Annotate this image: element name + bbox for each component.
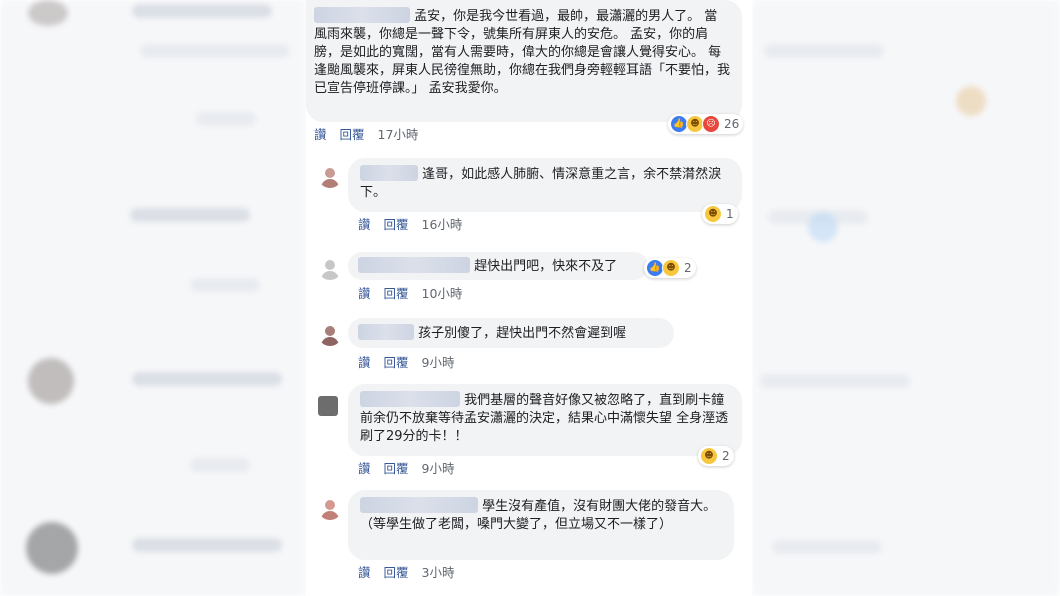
like-link[interactable]: 讚 xyxy=(358,565,371,580)
blurred-avatar xyxy=(28,0,68,26)
avatar[interactable] xyxy=(318,496,342,520)
like-link[interactable]: 讚 xyxy=(358,286,371,301)
reply-link[interactable]: 回覆 xyxy=(384,286,409,301)
comment-bubble: 學生沒有產值，沒有財團大佬的發音大。（等學生做了老闆，嗓門大變了，但立場又不一樣… xyxy=(348,490,734,560)
avatar[interactable] xyxy=(318,396,338,416)
like-link[interactable]: 讚 xyxy=(358,461,371,476)
blurred-background-right xyxy=(752,0,1060,596)
blurred-avatar xyxy=(956,86,986,116)
comment-actions: 讚 回覆 3小時 xyxy=(358,562,454,581)
commenter-name-redacted[interactable] xyxy=(314,7,410,23)
blurred-text xyxy=(772,540,882,554)
timestamp[interactable]: 3小時 xyxy=(422,565,455,580)
comment-bubble: 逢哥，如此感人肺腑、情深意重之言，余不禁潸然淚下。 xyxy=(348,158,742,212)
reply-link[interactable]: 回覆 xyxy=(340,127,365,142)
commenter-name-redacted[interactable] xyxy=(358,324,414,340)
commenter-name-redacted[interactable] xyxy=(360,497,478,513)
reaction-count: 2 xyxy=(722,449,730,463)
blurred-text xyxy=(764,44,884,58)
timestamp[interactable]: 9小時 xyxy=(422,355,455,370)
blurred-text xyxy=(132,538,282,552)
reaction-summary[interactable]: 👍 ☻ ☹ 26 xyxy=(668,114,744,134)
comment-actions: 讚 回覆 9小時 xyxy=(358,458,454,477)
blurred-text xyxy=(140,44,290,58)
like-link[interactable]: 讚 xyxy=(314,127,327,142)
comment-actions: 讚 回覆 10小時 xyxy=(358,283,462,302)
haha-icon: ☻ xyxy=(700,447,718,465)
comment-text: 趕快出門吧，快來不及了 xyxy=(474,259,618,274)
avatar[interactable] xyxy=(318,322,342,346)
reaction-count: 2 xyxy=(684,261,692,275)
reaction-summary[interactable]: ☻ 2 xyxy=(698,446,734,466)
timestamp[interactable]: 17小時 xyxy=(378,127,419,142)
comment-text: 孩子別傻了，趕快出門不然會遲到喔 xyxy=(418,326,627,341)
haha-icon: ☻ xyxy=(662,259,680,277)
timestamp[interactable]: 9小時 xyxy=(422,461,455,476)
blurred-text xyxy=(190,278,260,292)
comment-bubble: 孩子別傻了，趕快出門不然會遲到喔 xyxy=(348,318,674,348)
reaction-count: 26 xyxy=(724,117,740,131)
blurred-avatar xyxy=(28,358,74,404)
avatar[interactable] xyxy=(318,256,342,280)
comment-bubble: 孟安，你是我今世看過，最帥，最瀟灑的男人了。 當風雨來襲，你總是一聲下令，號集所… xyxy=(306,0,742,122)
reply-link[interactable]: 回覆 xyxy=(384,565,409,580)
like-link[interactable]: 讚 xyxy=(358,217,371,232)
blurred-text xyxy=(130,208,250,222)
commenter-name-redacted[interactable] xyxy=(360,391,460,407)
blurred-avatar xyxy=(26,522,78,574)
comment-actions: 讚 回覆 9小時 xyxy=(358,352,454,371)
comment-feed: 孟安，你是我今世看過，最帥，最瀟灑的男人了。 當風雨來襲，你總是一聲下令，號集所… xyxy=(306,0,752,596)
blurred-text xyxy=(196,112,256,126)
reply-link[interactable]: 回覆 xyxy=(384,217,409,232)
comment-actions: 讚 回覆 16小時 xyxy=(358,214,462,233)
like-link[interactable]: 讚 xyxy=(358,355,371,370)
haha-icon: ☻ xyxy=(704,205,722,223)
timestamp[interactable]: 10小時 xyxy=(422,286,463,301)
reply-link[interactable]: 回覆 xyxy=(384,461,409,476)
blurred-background-left xyxy=(0,0,306,596)
avatar[interactable] xyxy=(318,164,342,188)
blurred-text xyxy=(132,4,272,18)
blurred-text xyxy=(190,458,250,472)
reaction-summary[interactable]: 👍 ☻ 2 xyxy=(644,258,696,278)
reaction-count: 1 xyxy=(726,207,734,221)
angry-icon: ☹ xyxy=(702,115,720,133)
reply-link[interactable]: 回覆 xyxy=(384,355,409,370)
comment-bubble: 趕快出門吧，快來不及了 xyxy=(348,252,648,280)
blurred-text xyxy=(132,372,282,386)
timestamp[interactable]: 16小時 xyxy=(422,217,463,232)
blurred-avatar xyxy=(808,212,838,242)
comment-bubble: 我們基層的聲音好像又被忽略了，直到刷卡鐘前余仍不放棄等待孟安瀟灑的決定，結果心中… xyxy=(348,384,742,456)
commenter-name-redacted[interactable] xyxy=(360,165,418,181)
blurred-text xyxy=(760,374,910,388)
commenter-name-redacted[interactable] xyxy=(358,257,470,273)
comment-actions: 讚 回覆 17小時 xyxy=(314,124,418,143)
reaction-summary[interactable]: ☻ 1 xyxy=(702,204,738,224)
